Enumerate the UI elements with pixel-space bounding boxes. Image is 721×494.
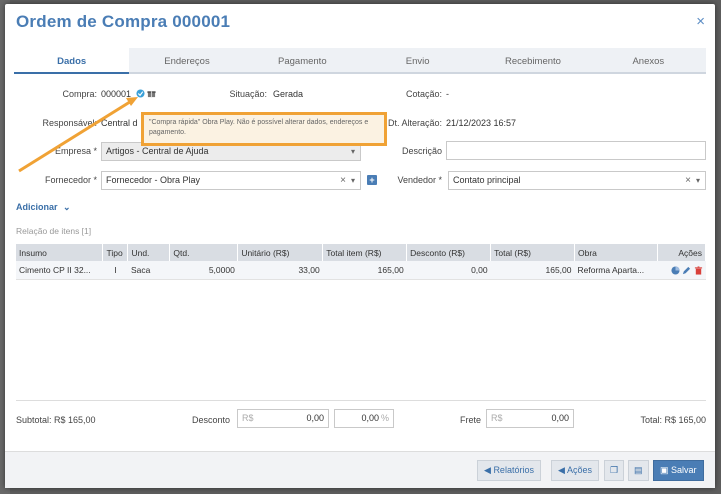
salvar-button[interactable]: ▣ Salvar [653,460,704,481]
cell-und: Saca [127,261,170,280]
tab-anexos[interactable]: Anexos [591,48,706,72]
compra-value: 000001 [101,89,132,99]
responsavel-value: Central d [101,118,138,128]
vendedor-value: Contato principal [453,175,521,185]
tab-bar: Dados Endereços Pagamento Envio Recebime… [14,48,706,74]
chevron-down-icon: ▾ [350,176,355,185]
relacao-itens-label: Relação de itens [1] [16,226,92,236]
items-table: Insumo Tipo Und. Qtd. Unitário (R$) Tota… [16,244,707,280]
fornecedor-value: Fornecedor - Obra Play [106,175,201,185]
tab-enderecos[interactable]: Endereços [129,48,244,72]
percent-suffix: % [380,413,389,423]
col-insumo: Insumo [16,244,104,261]
currency-prefix: R$ [491,413,503,423]
cell-desconto: 0,00 [406,261,491,280]
descricao-label: Descrição [401,146,442,156]
col-desconto: Desconto (R$) [406,244,492,261]
vendedor-select[interactable]: Contato principal × ▾ [448,171,706,190]
compra-rapida-tooltip: "Compra rápida" Obra Play. Não é possíve… [141,112,387,146]
edit-pencil-icon[interactable] [682,265,691,275]
copy-button[interactable]: ❐ [604,460,625,481]
tab-dados[interactable]: Dados [14,48,130,74]
gift-icon[interactable] [147,88,156,98]
cell-obra: Reforma Aparta... [574,261,658,280]
col-tipo: Tipo [102,244,129,261]
save-icon: ▣ [660,465,669,475]
cotacao-value: - [446,89,449,99]
cell-qtd: 5,0000 [169,261,238,280]
col-qtd: Qtd. [169,244,239,261]
tab-pagamento[interactable]: Pagamento [245,48,360,72]
tab-recebimento[interactable]: Recebimento [475,48,590,72]
copy-icon: ❐ [610,465,619,475]
desconto-percent-input[interactable]: 0,00 % [334,409,394,428]
trash-icon[interactable] [694,265,703,275]
relatorios-button[interactable]: ◀ Relatórios [477,460,541,481]
adicionar-label: Adicionar [16,202,58,212]
cell-insumo: Cimento CP II 32... [16,261,103,280]
col-total-item: Total item (R$) [322,244,408,261]
tab-envio[interactable]: Envio [360,48,475,72]
chevron-down-icon: ▾ [695,176,700,185]
empresa-label: Empresa * [54,146,97,156]
table-header-row: Insumo Tipo Und. Qtd. Unitário (R$) Tota… [16,244,707,261]
pie-chart-icon[interactable] [671,265,680,275]
empresa-value: Artigos - Central de Ajuda [106,146,209,156]
frete-value: 0,00 [551,413,569,423]
frete-label: Frete [460,415,482,425]
responsavel-label: Responsável: [42,118,97,128]
clear-icon[interactable]: × [340,172,346,189]
col-total: Total (R$) [490,244,575,261]
desconto-input[interactable]: R$ 0,00 [237,409,329,428]
fornecedor-label: Fornecedor * [44,175,97,185]
modal-title: Ordem de Compra 000001 [16,12,231,31]
acoes-button[interactable]: ◀ Ações [551,460,599,481]
table-row[interactable]: Cimento CP II 32... I Saca 5,0000 33,00 … [16,261,706,280]
col-und: Und. [127,244,171,261]
chevron-down-icon: ⌄ [63,202,71,212]
desconto-percent-value: 0,00 [361,413,379,423]
cell-total-item: 165,00 [322,261,407,280]
action-bar: ◀ Relatórios ◀ Ações ❐ ▤ ▣ Salvar [5,451,715,488]
adicionar-toggle[interactable]: Adicionar ⌄ [16,202,71,213]
acoes-label: Ações [566,465,592,475]
document-icon: ▤ [634,465,643,475]
obra-play-icon[interactable] [136,88,145,98]
situacao-value: Gerada [273,89,304,99]
salvar-label: Salvar [671,465,697,475]
descricao-input[interactable] [446,141,706,160]
cell-total: 165,00 [490,261,575,280]
col-unitario: Unitário (R$) [237,244,324,261]
col-obra: Obra [574,244,658,261]
total-text: Total: R$ 165,00 [640,415,706,425]
cotacao-label: Cotação: [405,89,442,99]
currency-prefix: R$ [242,413,254,423]
compra-label: Compra: [62,89,97,99]
cell-unitario: 33,00 [237,261,323,280]
col-acoes: Ações [657,244,707,261]
subtotal-text: Subtotal: R$ 165,00 [16,415,96,425]
cell-acoes [657,261,706,280]
report-icon: ◀ [484,465,491,475]
close-icon[interactable]: × [696,13,705,30]
clear-icon[interactable]: × [685,172,691,189]
situacao-label: Situação: [229,89,267,99]
dt-alteracao-value: 21/12/2023 16:57 [446,118,517,128]
frete-input[interactable]: R$ 0,00 [486,409,574,428]
purchase-order-modal: Ordem de Compra 000001 × Dados Endereços… [5,4,715,488]
vendedor-label: Vendedor * [397,175,442,185]
desconto-value: 0,00 [306,413,324,423]
document-button[interactable]: ▤ [628,460,649,481]
relatorios-label: Relatórios [493,465,534,475]
desconto-label: Desconto [192,415,231,425]
cell-tipo: I [102,261,128,280]
fornecedor-select[interactable]: Fornecedor - Obra Play × ▾ [101,171,361,190]
actions-icon: ◀ [558,465,565,475]
